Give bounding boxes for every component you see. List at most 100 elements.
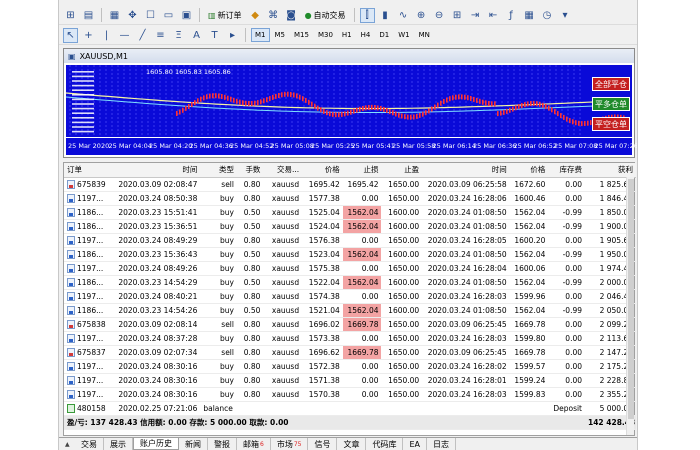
tab-文章[interactable]: 文章 (337, 438, 367, 450)
close-long-button[interactable]: 平多仓单 (592, 97, 630, 111)
table-row[interactable]: 675839 2020.03.09 02:08:47 sell 0.80 xauusd 1… (64, 177, 636, 192)
timeframe-w1-button[interactable]: W1 (394, 28, 413, 42)
profiles-icon[interactable]: ▤ (81, 8, 96, 23)
tile-windows-icon[interactable]: ⊞ (450, 8, 465, 23)
chart-plot-area[interactable]: 1605.80 1605.83 1605.86 全部平仓 平多仓单 平空仓单 (66, 65, 632, 137)
table-row[interactable]: 1197... 2020.03.24 08:30:16 buy 0.80 xauusd 1… (64, 359, 636, 374)
column-header[interactable]: 手数 (236, 163, 264, 178)
new-order-button[interactable]: ▥ 新订单 (205, 8, 245, 23)
dropdown-chevron-icon[interactable]: ▾ (558, 8, 573, 23)
tab-EA[interactable]: EA (403, 438, 427, 450)
cursor-icon[interactable]: ↖ (63, 27, 78, 43)
periods-icon[interactable]: ◷ (540, 8, 555, 23)
timeframe-d1-button[interactable]: D1 (375, 28, 393, 42)
column-header[interactable]: 获利 (585, 163, 636, 178)
price-bar (338, 112, 340, 118)
candlestick-icon[interactable]: ▮ (378, 8, 393, 23)
column-header[interactable]: 价格 (302, 163, 343, 178)
arrow-tool-icon[interactable]: ▸ (225, 28, 240, 43)
column-header[interactable]: 类型 (200, 163, 237, 178)
metaeditor-icon[interactable]: ◆ (248, 8, 263, 23)
timeframe-m5-button[interactable]: M5 (271, 28, 290, 42)
close-short-button[interactable]: 平空仓单 (592, 117, 630, 131)
table-row[interactable]: 1197... 2020.03.24 08:50:38 buy 0.80 xauusd 1… (64, 191, 636, 206)
tab-市场[interactable]: 市场 75 (271, 438, 309, 450)
timeframe-h1-button[interactable]: H1 (338, 28, 356, 42)
table-row[interactable]: 675838 2020.03.09 02:08:14 sell 0.80 xauusd 1… (64, 317, 636, 332)
timeframe-h4-button[interactable]: H4 (357, 28, 375, 42)
strategy-tester-icon[interactable]: ▣ (179, 8, 194, 23)
zoom-in-icon[interactable]: ⊕ (414, 8, 429, 23)
tab-交易[interactable]: 交易 (75, 438, 104, 450)
column-header[interactable]: 止盈 (381, 163, 423, 178)
price-bar (533, 100, 535, 106)
text-tool-icon[interactable]: A (189, 28, 204, 43)
new-chart-icon[interactable]: ⊞ (63, 8, 78, 23)
signals-icon[interactable]: ⌘ (266, 8, 281, 23)
column-header[interactable]: 库存费 (548, 163, 585, 178)
column-header[interactable]: 止损 (342, 163, 382, 178)
indicators-icon[interactable]: ƒ (504, 8, 519, 23)
timeframe-m30-button[interactable]: M30 (314, 28, 337, 42)
close-all-button[interactable]: 全部平仓 (592, 77, 630, 91)
tab-账户历史[interactable]: 账户历史 (133, 438, 179, 450)
table-row[interactable]: 675837 2020.03.09 02:07:34 sell 0.80 xauusd 1… (64, 345, 636, 360)
channel-icon[interactable]: ≡ (153, 28, 168, 43)
trendline-icon[interactable]: ╱ (135, 28, 150, 43)
timeframe-m15-button[interactable]: M15 (290, 28, 313, 42)
table-row[interactable]: 1186... 2020.03.23 15:51:41 buy 0.50 xauusd 1… (64, 205, 636, 220)
table-row[interactable]: 1186... 2020.03.23 15:36:51 buy 0.50 xauusd 1… (64, 219, 636, 234)
chart-window-titlebar[interactable]: ▣ XAUUSD,M1 (64, 49, 634, 63)
terminal-icon[interactable]: ▭ (161, 8, 176, 23)
column-header[interactable]: 交易... (263, 163, 303, 178)
timeframe-mn-button[interactable]: MN (415, 28, 434, 42)
chart-window[interactable]: ▣ XAUUSD,M1 1605.80 1605.83 1605.86 全部平仓… (63, 48, 637, 158)
scrollbar-thumb[interactable] (628, 179, 634, 419)
fibonacci-icon[interactable]: Ξ (171, 28, 186, 43)
table-row[interactable]: 1197... 2020.03.24 08:30:16 buy 0.80 xauusd 1… (64, 387, 636, 402)
market-watch-icon[interactable]: ▦ (107, 8, 122, 23)
horizontal-line-icon[interactable]: — (117, 28, 132, 43)
table-row[interactable]: 1186... 2020.03.23 14:54:26 buy 0.50 xauusd 1… (64, 303, 636, 318)
data-window-icon[interactable]: ✥ (125, 8, 140, 23)
table-row[interactable]: 1197... 2020.03.24 08:49:29 buy 0.80 xauusd 1… (64, 233, 636, 248)
tab-展示[interactable]: 展示 (104, 438, 133, 450)
chart-shift-icon[interactable]: ⇤ (486, 8, 501, 23)
timeframe-m1-button[interactable]: M1 (251, 28, 270, 42)
tab-信号[interactable]: 信号 (308, 438, 338, 450)
price-bar (560, 113, 562, 119)
zoom-out-icon[interactable]: ⊖ (432, 8, 447, 23)
vertical-line-icon[interactable]: | (99, 28, 114, 43)
navigator-icon[interactable]: ☐ (143, 8, 158, 23)
table-cell: 2020.03.23 15:36:51 (112, 219, 201, 234)
buy-order-icon (67, 305, 75, 315)
column-header[interactable]: 订单 (64, 163, 113, 178)
tab-日志[interactable]: 日志 (427, 438, 456, 450)
tab-代码库[interactable]: 代码库 (366, 438, 404, 450)
column-header[interactable]: 时间 (422, 163, 510, 178)
column-header[interactable]: 时间 (112, 163, 201, 178)
table-row[interactable]: 1197... 2020.03.24 08:30:16 buy 0.80 xauusd 1… (64, 373, 636, 388)
table-row[interactable]: 1197... 2020.03.24 08:37:28 buy 0.80 xauusd 1… (64, 331, 636, 346)
balance-row[interactable]: 480158 2020.02.25 07:21:06 balance Deposit 5… (64, 401, 636, 416)
vps-icon[interactable]: ◙ (284, 8, 299, 23)
table-row[interactable]: 1186... 2020.03.23 15:36:43 buy 0.50 xauusd 1… (64, 247, 636, 262)
table-cell: 2020.03.24 16:28:05 (422, 233, 510, 248)
price-bar (203, 95, 205, 101)
tab-警报[interactable]: 警报 (208, 438, 237, 450)
crosshair-icon[interactable]: + (81, 28, 96, 43)
column-header[interactable]: 价格 (509, 163, 549, 178)
tab-新闻[interactable]: 新闻 (179, 438, 208, 450)
table-row[interactable]: 1186... 2020.03.23 14:54:29 buy 0.50 xauusd 1… (64, 275, 636, 290)
label-tool-icon[interactable]: T (207, 28, 222, 43)
line-chart-icon[interactable]: ∿ (396, 8, 411, 23)
table-row[interactable]: 1197... 2020.03.24 08:49:26 buy 0.80 xauusd 1… (64, 261, 636, 276)
autotrading-button[interactable]: ● 自动交易 (302, 8, 349, 23)
autoscroll-icon[interactable]: ⇥ (468, 8, 483, 23)
templates-icon[interactable]: ▦ (522, 8, 537, 23)
tab-邮箱[interactable]: 邮箱 6 (237, 438, 271, 450)
buy-order-icon (67, 221, 75, 231)
table-row[interactable]: 1197... 2020.03.24 08:40:21 buy 0.80 xauusd 1… (64, 289, 636, 304)
vertical-scrollbar[interactable] (626, 177, 634, 435)
bar-chart-icon[interactable]: ⫿ (359, 7, 375, 23)
